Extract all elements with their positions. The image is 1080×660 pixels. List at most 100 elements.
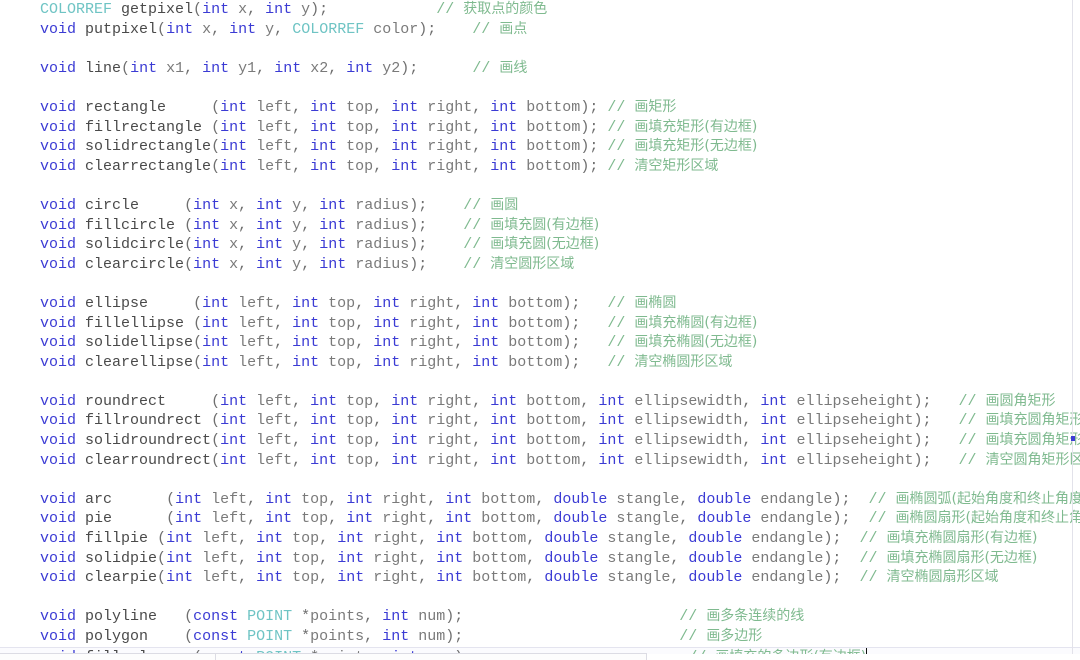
code-token-ws (283, 217, 292, 234)
code-token-ws (598, 119, 607, 136)
code-line-blank[interactable] (0, 39, 1080, 59)
code-line[interactable]: void clearrectangle(int left, int top, i… (0, 157, 1080, 177)
code-token-ws (850, 491, 868, 508)
code-token-id: y (292, 255, 302, 273)
code-line[interactable]: void arc (int left, int top, int right, … (0, 490, 1080, 510)
code-token-kw: double (544, 549, 599, 567)
code-line[interactable]: void clearpie(int left, int top, int rig… (0, 568, 1080, 588)
code-token-kw: void (40, 549, 77, 567)
code-token-fn: rectangle (85, 98, 167, 116)
status-bar-segment-middle[interactable] (216, 653, 647, 660)
code-token-id: bottom (526, 138, 581, 156)
code-token-pun: ( (157, 569, 167, 587)
code-line[interactable]: void roundrect (int left, int top, int r… (0, 392, 1080, 412)
code-token-cmt: // (463, 216, 491, 234)
change-marker-icon[interactable] (1071, 436, 1075, 441)
code-token-id: right (427, 451, 473, 469)
code-token-kw: int (472, 314, 500, 332)
code-token-pun: * (301, 628, 311, 645)
code-token-kw: int (472, 334, 500, 352)
code-token-ws (400, 334, 409, 351)
code-token-id: points (310, 608, 365, 626)
code-line[interactable]: void solidcircle(int x, int y, int radiu… (0, 235, 1080, 255)
code-token-fn: ellipse (85, 294, 149, 312)
code-line[interactable]: void pie (int left, int top, int right, … (0, 509, 1080, 529)
code-token-kw: int (382, 608, 410, 626)
code-line[interactable]: COLORREF getpixel(int x, int y); // 获取点的… (0, 0, 1080, 20)
code-line-blank[interactable] (0, 470, 1080, 490)
code-token-cmtcn: 画填充矩形(无边框) (634, 138, 758, 155)
code-line-blank[interactable] (0, 176, 1080, 196)
code-token-ws (76, 510, 85, 527)
code-line[interactable]: void solidrectangle(int left, int top, i… (0, 137, 1080, 157)
code-token-cmt: // (607, 294, 635, 312)
code-token-kw: void (40, 294, 77, 312)
code-token-id: right (382, 490, 428, 508)
code-line-blank[interactable] (0, 372, 1080, 392)
code-line[interactable]: void fillcircle (int x, int y, int radiu… (0, 216, 1080, 236)
code-token-kw: int (202, 294, 230, 312)
code-token-ws (499, 295, 508, 312)
code-token-pun: , (742, 432, 761, 450)
code-line-blank[interactable] (0, 588, 1080, 608)
code-token-ws (418, 99, 427, 116)
code-token-ws (76, 432, 85, 449)
code-token-kw: int (598, 451, 626, 469)
code-line[interactable]: void rectangle (int left, int top, int r… (0, 98, 1080, 118)
code-token-kw: int (265, 490, 293, 508)
code-line[interactable]: void fillrectangle (int left, int top, i… (0, 118, 1080, 138)
code-line[interactable]: void fillpie (int left, int top, int rig… (0, 529, 1080, 549)
code-token-cmtcn: 画矩形 (634, 98, 677, 115)
code-line[interactable]: void clearroundrect(int left, int top, i… (0, 451, 1080, 471)
code-line[interactable]: void circle (int x, int y, int radius); … (0, 196, 1080, 216)
code-token-id: top (346, 157, 374, 175)
code-line-blank[interactable] (0, 78, 1080, 98)
code-token-pun: , (292, 451, 311, 469)
code-token-cmt: // (436, 1, 464, 18)
code-token-id: stangle (607, 530, 671, 548)
code-token-ws (319, 334, 328, 351)
code-line[interactable]: void solidroundrect(int left, int top, i… (0, 431, 1080, 451)
code-token-pun: , (355, 314, 374, 332)
code-token-id: num (418, 628, 446, 645)
code-token-pun: , (238, 530, 257, 548)
code-token-id: left (256, 451, 293, 469)
code-line[interactable]: void solidpie(int left, int top, int rig… (0, 549, 1080, 569)
code-content[interactable]: COLORREF getpixel(int x, int y); // 获取点的… (0, 0, 1080, 660)
code-line[interactable]: void putpixel(int x, int y, COLORREF col… (0, 20, 1080, 40)
code-line[interactable]: void polyline (const POINT *points, int … (0, 607, 1080, 627)
code-token-kw: int (202, 334, 230, 352)
code-token-id: left (238, 353, 275, 371)
code-line[interactable]: void solidellipse(int left, int top, int… (0, 333, 1080, 353)
code-token-ws (148, 628, 184, 645)
code-token-pun: ( (211, 118, 221, 136)
code-token-ws (292, 491, 301, 508)
code-token-pun: , (211, 20, 230, 38)
code-line[interactable]: void line(int x1, int y1, int x2, int y2… (0, 59, 1080, 79)
code-token-cmtcn: 清空椭圆扇形区域 (886, 569, 999, 586)
code-line[interactable]: void polygon (const POINT *points, int n… (0, 627, 1080, 647)
code-token-pun: , (301, 255, 320, 273)
code-token-kw: void (40, 138, 77, 156)
code-token-ws (229, 334, 238, 351)
code-line[interactable]: void fillroundrect (int left, int top, i… (0, 411, 1080, 431)
code-token-pun: , (355, 334, 374, 352)
code-line-blank[interactable] (0, 274, 1080, 294)
status-bar-segment-left[interactable] (0, 653, 216, 660)
code-token-ws (499, 334, 508, 351)
code-line[interactable]: void clearcircle(int x, int y, int radiu… (0, 255, 1080, 275)
code-token-cmtcn: 清空圆形区域 (490, 255, 575, 272)
code-token-kw: int (337, 530, 365, 548)
code-token-kw: int (391, 432, 419, 450)
code-line[interactable]: void ellipse (int left, int top, int rig… (0, 294, 1080, 314)
code-token-ws (76, 21, 85, 38)
code-token-ws (238, 608, 247, 625)
code-line[interactable]: void fillellipse (int left, int top, int… (0, 314, 1080, 334)
code-token-kw: int (292, 314, 320, 332)
code-token-kw: int (292, 294, 320, 312)
code-token-pun: , (238, 236, 257, 254)
code-token-ws (418, 432, 427, 449)
code-token-pun: ); (823, 549, 842, 567)
code-editor[interactable]: COLORREF getpixel(int x, int y); // 获取点的… (0, 0, 1080, 660)
code-line[interactable]: void clearellipse(int left, int top, int… (0, 353, 1080, 373)
